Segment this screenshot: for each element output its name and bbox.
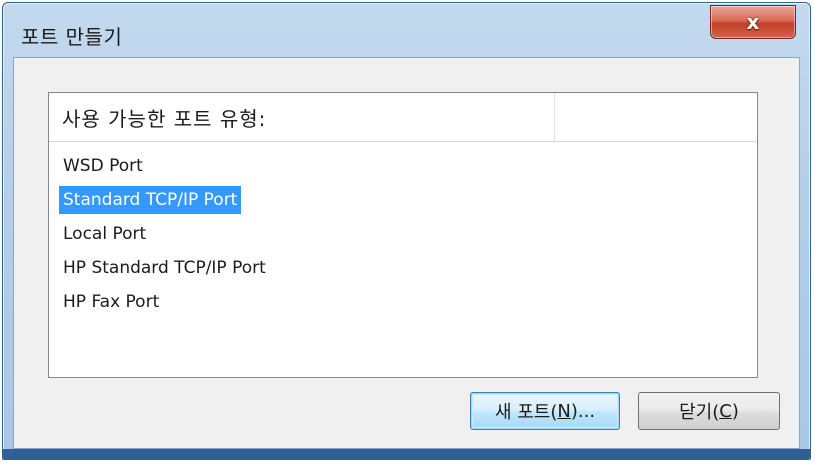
list-item-hp-standard-tcpip-port[interactable]: HP Standard TCP/IP Port [59, 251, 757, 285]
screen: 포트 만들기 x 사용 가능한 포트 유형: WSD Port Standard… [0, 0, 815, 464]
list-item-label: WSD Port [63, 156, 143, 176]
port-type-items: WSD Port Standard TCP/IP Port Local Port… [59, 149, 757, 319]
close-button[interactable]: 닫기(C) [638, 392, 780, 430]
port-type-list[interactable]: 사용 가능한 포트 유형: WSD Port Standard TCP/IP P… [48, 92, 758, 378]
window-title: 포트 만들기 [21, 25, 123, 49]
new-port-button[interactable]: 새 포트(N)... [470, 392, 620, 430]
list-item-local-port[interactable]: Local Port [59, 217, 757, 251]
close-mnemonic: C [719, 400, 732, 422]
close-window-button[interactable]: x [710, 5, 796, 39]
list-item-hp-fax-port[interactable]: HP Fax Port [59, 285, 757, 319]
list-item-label: Local Port [63, 224, 147, 244]
titlebar[interactable]: 포트 만들기 x [3, 3, 810, 57]
list-header: 사용 가능한 포트 유형: [49, 93, 757, 142]
create-port-dialog: 포트 만들기 x 사용 가능한 포트 유형: WSD Port Standard… [2, 2, 811, 460]
list-item-label: HP Standard TCP/IP Port [63, 258, 266, 278]
new-port-mnemonic: N [557, 400, 571, 422]
window-bottom-edge [3, 449, 810, 459]
list-item-wsd-port[interactable]: WSD Port [59, 149, 757, 183]
close-icon: x [746, 10, 760, 34]
list-header-label: 사용 가능한 포트 유형: [62, 107, 267, 131]
list-item-label: HP Fax Port [63, 292, 160, 312]
close-label-suffix: ) [731, 400, 739, 422]
list-item-label: Standard TCP/IP Port [59, 186, 242, 214]
header-column-divider [554, 93, 555, 141]
list-item-standard-tcpip-port[interactable]: Standard TCP/IP Port [59, 183, 757, 217]
new-port-label-suffix: )... [570, 400, 596, 422]
dialog-client-area: 사용 가능한 포트 유형: WSD Port Standard TCP/IP P… [13, 57, 800, 449]
new-port-label-prefix: 새 포트( [494, 402, 558, 423]
close-label-prefix: 닫기( [679, 402, 720, 423]
